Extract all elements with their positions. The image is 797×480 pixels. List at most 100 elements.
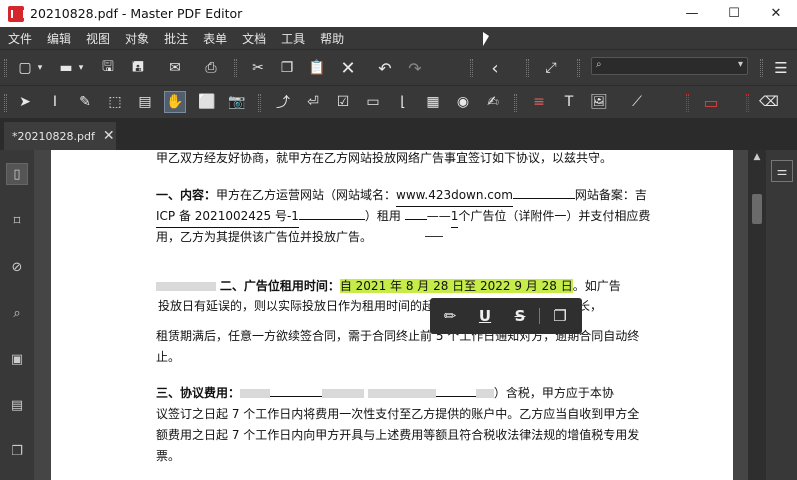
edit-object-icon[interactable]: ⬚ xyxy=(104,91,126,113)
document-tab[interactable]: *20210828.pdf ✕ xyxy=(4,122,116,150)
save-as-icon[interactable]: 🖪 xyxy=(127,57,149,79)
highlighted-date-range[interactable]: 自 2021 年 8 月 28 日至 2022 9 月 28 日 xyxy=(339,279,573,293)
search-dropdown-icon[interactable]: ▾ xyxy=(738,59,743,70)
new-dropdown-icon[interactable]: ▾ xyxy=(34,57,46,79)
button-field-icon[interactable]: ⏎ xyxy=(302,91,324,113)
rectangle-tool-icon[interactable]: ▭ xyxy=(700,91,722,113)
scroll-thumb[interactable] xyxy=(752,194,762,224)
toolbar-grip[interactable] xyxy=(258,94,261,112)
list-box-icon[interactable]: ⌊ xyxy=(392,91,414,113)
search-panel-icon[interactable]: ⌕ xyxy=(6,302,28,324)
menu-form[interactable]: 表单 xyxy=(195,30,234,47)
menu-help[interactable]: 帮助 xyxy=(312,30,351,47)
snapshot-icon[interactable]: 📷 xyxy=(226,91,248,113)
menu-view[interactable]: 视图 xyxy=(78,30,117,47)
marquee-select-icon[interactable]: ⬜ xyxy=(196,91,218,113)
paragraph-content: 一、内容：甲方在乙方运营网站（网站域名：www.423down.com 网站备案：… xyxy=(156,185,656,207)
redo-icon[interactable]: ↷ xyxy=(404,57,426,79)
close-button[interactable]: ✕ xyxy=(753,0,797,27)
vertical-scrollbar[interactable]: ▲ xyxy=(748,150,766,480)
menu-comment[interactable]: 批注 xyxy=(156,30,195,47)
thumbnails-icon[interactable]: ❐ xyxy=(6,440,28,462)
properties-icon[interactable]: ⚌ xyxy=(771,160,793,182)
toolbar-grip[interactable] xyxy=(514,94,517,112)
paragraph-fee-2: 议签订之日起 7 个工作日内将费用一次性支付至乙方提供的账户中。乙方应当自收到甲… xyxy=(156,407,640,421)
underline-icon[interactable]: U xyxy=(470,301,500,331)
radio-button-icon[interactable]: ◉ xyxy=(452,91,474,113)
left-sidebar: ▯ ⌑ ⊘ ⌕ ▣ ▤ ❐ xyxy=(0,150,34,480)
paragraph-fee: 三、协议费用： ）含税，甲方应于本协 xyxy=(156,383,656,404)
add-link-icon[interactable]: ⤴ xyxy=(272,91,294,113)
minimize-button[interactable]: — xyxy=(669,0,715,27)
search-icon: ⌕ xyxy=(596,59,602,70)
paragraph-rental-time-4: 止。 xyxy=(156,350,181,364)
eraser-icon[interactable]: ⌫ xyxy=(758,91,780,113)
highlight-text-icon[interactable]: ≡ xyxy=(528,91,550,113)
add-text-icon[interactable]: T xyxy=(558,91,580,113)
previous-page-icon[interactable]: ‹ xyxy=(484,57,506,79)
add-image-icon[interactable]: 🖼 xyxy=(588,91,610,113)
paragraph-content-3: 用，乙方为其提供该广告位并投放广告。 xyxy=(156,230,373,244)
toolbar-grip[interactable] xyxy=(760,59,763,77)
delete-icon[interactable]: ✕ xyxy=(337,57,359,79)
email-icon[interactable]: ✉ xyxy=(164,57,186,79)
toolbar-grip[interactable] xyxy=(577,59,580,77)
print-icon[interactable]: ⎙ xyxy=(200,57,222,79)
paragraph-rental-time: 二、广告位租用时间：自 2021 年 8 月 28 日至 2022 9 月 28… xyxy=(156,276,656,297)
strikeout-icon[interactable]: S xyxy=(505,301,535,331)
blank-underline xyxy=(435,396,476,397)
bookmarks-icon[interactable]: ⌑ xyxy=(6,210,28,232)
blank-underline xyxy=(404,219,427,220)
menu-object[interactable]: 对象 xyxy=(117,30,156,47)
checkbox-field-icon[interactable]: ☑ xyxy=(332,91,354,113)
toolbar-grip[interactable] xyxy=(686,94,689,112)
redacted-text xyxy=(240,389,271,398)
toolbar-grip[interactable] xyxy=(526,59,529,77)
hand-tool-icon[interactable]: ✋ xyxy=(164,91,186,113)
edit-text-icon[interactable]: ✎ xyxy=(74,91,96,113)
icp-text: ICP 备 2021002425 号-1 xyxy=(156,206,299,228)
cut-icon[interactable]: ✂ xyxy=(247,57,269,79)
open-dropdown-icon[interactable]: ▾ xyxy=(75,57,87,79)
pages-panel-icon[interactable]: ▯ xyxy=(6,163,28,185)
menu-file[interactable]: 文件 xyxy=(0,30,39,47)
section-label: 三、协议费用： xyxy=(156,386,241,400)
toolbar-grip[interactable] xyxy=(4,94,7,112)
highlight-icon[interactable]: ✏ xyxy=(435,301,465,331)
select-arrow-icon[interactable]: ➤ xyxy=(14,91,36,113)
tab-close-icon[interactable]: ✕ xyxy=(103,128,115,144)
fields-icon[interactable]: ▤ xyxy=(6,394,28,416)
edit-forms-icon[interactable]: ▤ xyxy=(134,91,156,113)
open-folder-icon[interactable]: ▬ xyxy=(55,57,77,79)
more-menu-icon[interactable]: ☰ xyxy=(770,57,792,79)
toolbar-grip[interactable] xyxy=(470,59,473,77)
line-tool-icon[interactable]: ⟋ xyxy=(626,91,648,113)
search-input[interactable]: ⌕ ▾ xyxy=(591,57,748,75)
toolbar-grip[interactable] xyxy=(234,59,237,77)
domain-text: www.423down.com xyxy=(396,185,513,207)
tab-label: *20210828.pdf xyxy=(12,129,95,143)
pdf-page[interactable]: 甲乙双方经友好协商，就甲方在乙方网站投放网络广告事宜签订如下协议，以兹共守。 一… xyxy=(51,150,733,480)
popup-divider xyxy=(539,308,540,324)
menu-edit[interactable]: 编辑 xyxy=(39,30,78,47)
copy-icon[interactable]: ❐ xyxy=(545,301,575,331)
paste-icon[interactable]: 📋 xyxy=(306,57,328,79)
combo-box-icon[interactable]: ▦ xyxy=(422,91,444,113)
select-text-icon[interactable]: I xyxy=(44,91,66,113)
toolbar-grip[interactable] xyxy=(746,94,749,112)
attachments-icon[interactable]: ⊘ xyxy=(6,256,28,278)
text-field-icon[interactable]: ▭ xyxy=(362,91,384,113)
maximize-button[interactable]: ☐ xyxy=(711,0,757,27)
toolbar-grip[interactable] xyxy=(4,59,7,77)
fit-page-icon[interactable]: ⤢ xyxy=(540,57,562,79)
menu-document[interactable]: 文档 xyxy=(234,30,273,47)
menu-bar: 文件 编辑 视图 对象 批注 表单 文档 工具 帮助 xyxy=(0,27,797,49)
save-icon[interactable]: 🖫 xyxy=(97,57,119,79)
copy-icon[interactable]: ❐ xyxy=(276,57,298,79)
scroll-up-icon[interactable]: ▲ xyxy=(751,152,763,164)
undo-icon[interactable]: ↶ xyxy=(374,57,396,79)
layers-icon[interactable]: ▣ xyxy=(6,348,28,370)
new-document-icon[interactable]: ▢ xyxy=(14,57,36,79)
menu-tools[interactable]: 工具 xyxy=(273,30,312,47)
signature-field-icon[interactable]: ✍ xyxy=(482,91,504,113)
